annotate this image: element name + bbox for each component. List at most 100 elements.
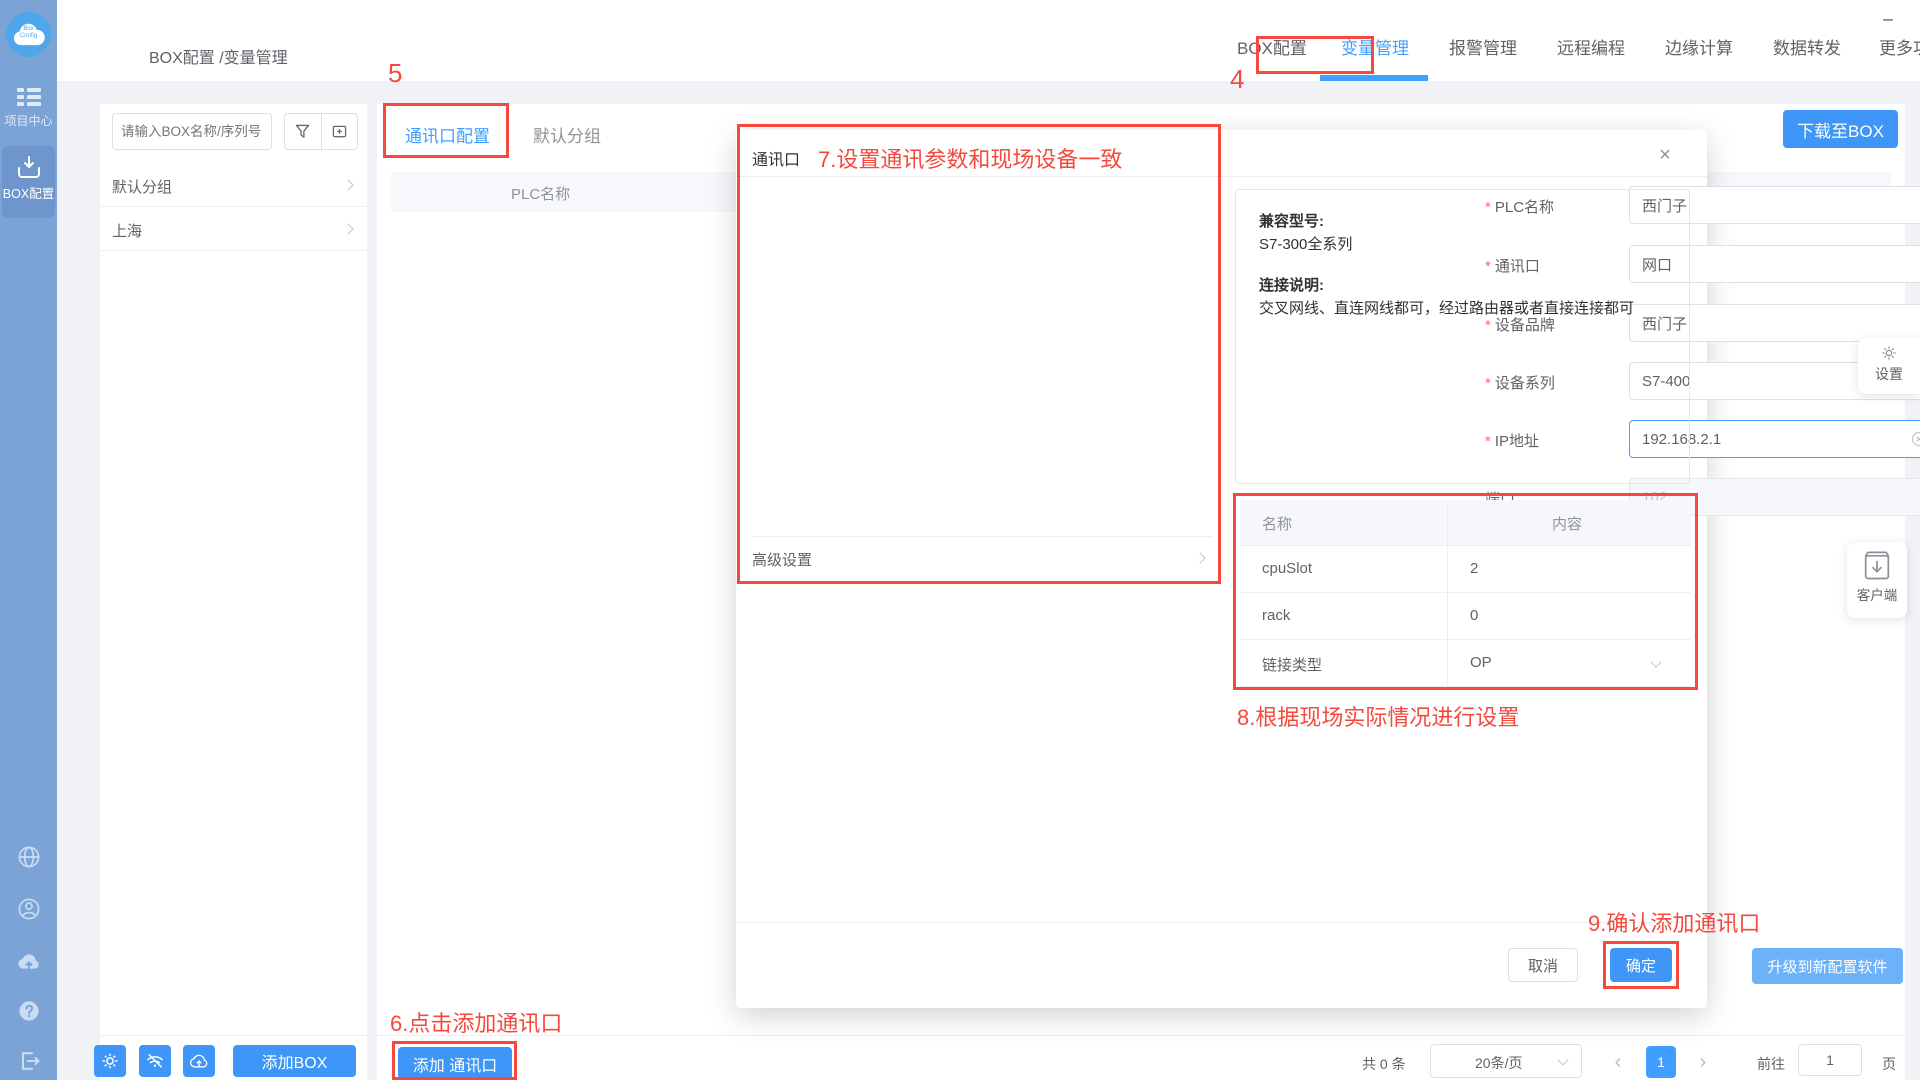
advanced-settings-row[interactable]: 高级设置	[752, 537, 1212, 581]
sidebar: Box Config 项目中心 BOX配置	[0, 0, 57, 1080]
pagination-total: 共 0 条	[1362, 1054, 1406, 1074]
goto-page-input[interactable]	[1798, 1044, 1862, 1076]
box-settings-button[interactable]	[94, 1045, 126, 1077]
footer-divider	[377, 1035, 1905, 1036]
param-name: rack	[1262, 607, 1290, 624]
sidebar-item-label: 项目中心	[0, 112, 57, 129]
connection-note-label: 连接说明:	[1259, 274, 1324, 295]
param-value: 2	[1470, 560, 1478, 577]
folder-plus-icon	[332, 124, 347, 139]
column-plc-name: PLC名称	[511, 183, 570, 204]
param-col-value: 内容	[1552, 513, 1582, 534]
port-config-modal: 通讯口 × *PLC名称 *通讯口 网口 *设备品牌 西门子 *设备系列 S7-…	[736, 130, 1707, 1008]
cloud-sync-button[interactable]	[183, 1045, 215, 1077]
logo-text-line2: Config	[6, 33, 51, 40]
app-logo: Box Config	[6, 12, 51, 57]
funnel-icon	[295, 124, 310, 139]
gear-icon	[101, 1052, 119, 1070]
sidebar-item-box-config[interactable]: BOX配置	[2, 146, 55, 218]
cancel-button[interactable]: 取消	[1508, 948, 1578, 982]
confirm-button[interactable]: 确定	[1610, 948, 1672, 982]
window-maximize-button[interactable]: ▢	[1913, 6, 1920, 32]
window-minimize-button[interactable]: –	[1875, 6, 1901, 32]
annotation-step8-text: 8.根据现场实际情况进行设置	[1237, 700, 1519, 732]
sidebar-item-project-center[interactable]: 项目中心	[0, 86, 57, 138]
chevron-right-icon	[342, 179, 353, 190]
settings-float-button[interactable]: 设置	[1858, 338, 1920, 394]
filter-button[interactable]	[285, 114, 322, 149]
modal-footer-divider	[736, 922, 1707, 923]
tab-port-config[interactable]: 通讯口配置	[405, 122, 490, 147]
nav-tab-box-config[interactable]: BOX配置	[1237, 34, 1307, 62]
param-name: cpuSlot	[1262, 560, 1312, 577]
wifi-off-icon	[146, 1052, 164, 1070]
client-download-icon	[1860, 550, 1894, 582]
compat-model-label: 兼容型号:	[1259, 210, 1324, 231]
sidebar-item-label: BOX配置	[2, 183, 55, 202]
group-label: 默认分组	[112, 176, 172, 197]
modal-title-divider	[736, 176, 1707, 177]
download-to-box-button[interactable]: 下载至BOX	[1783, 110, 1898, 148]
sidebar-globe-icon[interactable]	[16, 844, 42, 870]
gear-icon	[1881, 345, 1897, 361]
param-value: 0	[1470, 607, 1478, 624]
search-input[interactable]	[112, 113, 272, 150]
wifi-config-button[interactable]	[139, 1045, 171, 1077]
tab-default-group[interactable]: 默认分组	[533, 122, 601, 147]
nav-tab-alarm-mgmt[interactable]: 报警管理	[1449, 34, 1517, 62]
add-box-button[interactable]: 添加BOX	[233, 1045, 356, 1077]
group-row-shanghai[interactable]: 上海	[100, 207, 367, 251]
param-col-name: 名称	[1262, 513, 1292, 534]
nav-tab-variable-mgmt[interactable]: 变量管理	[1341, 34, 1409, 62]
chevron-right-icon	[342, 223, 353, 234]
sidebar-logout-icon[interactable]	[16, 1048, 42, 1074]
param-table: 名称 内容 cpuSlot 2 rack 0 链接类型 OP	[1240, 500, 1691, 687]
chevron-down-icon	[1650, 656, 1661, 667]
param-name: 链接类型	[1262, 654, 1322, 675]
client-download-float-button[interactable]: 客户端	[1847, 542, 1907, 618]
page-size-select[interactable]: 20条/页	[1430, 1044, 1582, 1078]
modal-close-button[interactable]: ×	[1650, 140, 1680, 170]
current-page-button[interactable]: 1	[1646, 1046, 1676, 1078]
page-size-value: 20条/页	[1475, 1053, 1522, 1073]
top-header: BOX配置 /变量管理 BOX配置 变量管理 报警管理 远程编程 边缘计算 数据…	[57, 0, 1920, 81]
sidebar-cloud-upload-icon[interactable]	[15, 950, 43, 974]
annotation-step5-number: 5	[388, 58, 402, 89]
clear-input-icon[interactable]	[1910, 430, 1920, 448]
filter-toolbox	[284, 113, 358, 150]
param-row-rack: rack 0	[1240, 593, 1691, 640]
compat-model-value: S7-300全系列	[1259, 233, 1352, 254]
prev-page-button[interactable]: ‹	[1605, 1046, 1631, 1078]
client-float-label: 客户端	[1847, 584, 1907, 604]
panel-footer-divider	[100, 1035, 367, 1036]
annotation-step4-number: 4	[1230, 64, 1244, 95]
upgrade-software-button[interactable]: 升级到新配置软件	[1752, 948, 1903, 984]
settings-float-label: 设置	[1858, 364, 1920, 384]
annotation-step7-text: 7.设置通讯参数和现场设备一致	[818, 142, 1122, 174]
device-info-card: 兼容型号: S7-300全系列 连接说明: 交叉网线、直连网线都可，经过路由器或…	[1235, 189, 1690, 484]
nav-tab-more-functions[interactable]: 更多功能	[1879, 34, 1920, 62]
goto-label: 前往	[1757, 1054, 1785, 1074]
active-tab-underline	[1320, 75, 1428, 81]
annotation-step6-text: 6.点击添加通讯口	[390, 1006, 562, 1038]
param-row-cpuslot: cpuSlot 2	[1240, 546, 1691, 593]
annotation-step9-text: 9.确认添加通讯口	[1588, 906, 1760, 938]
chevron-down-icon	[1557, 1054, 1568, 1065]
param-row-link-type[interactable]: 链接类型 OP	[1240, 640, 1691, 687]
nav-tab-data-forwarding[interactable]: 数据转发	[1773, 34, 1841, 62]
download-tray-icon	[17, 156, 41, 178]
page-unit-label: 页	[1882, 1054, 1896, 1074]
breadcrumb: BOX配置 /变量管理	[149, 44, 288, 68]
nav-tab-remote-programming[interactable]: 远程编程	[1557, 34, 1625, 62]
add-group-button[interactable]	[322, 114, 358, 149]
cloud-upload-icon	[189, 1053, 209, 1069]
sidebar-user-icon[interactable]	[16, 896, 42, 922]
chevron-right-icon	[1194, 552, 1205, 563]
nav-tab-edge-computing[interactable]: 边缘计算	[1665, 34, 1733, 62]
logo-text-line1: Box	[6, 26, 51, 33]
next-page-button[interactable]: ›	[1690, 1046, 1716, 1078]
add-port-button[interactable]: 添加 通讯口	[398, 1047, 512, 1080]
sidebar-help-icon[interactable]	[16, 998, 42, 1024]
group-row-default[interactable]: 默认分组	[100, 163, 367, 207]
advanced-settings-label: 高级设置	[752, 549, 812, 570]
